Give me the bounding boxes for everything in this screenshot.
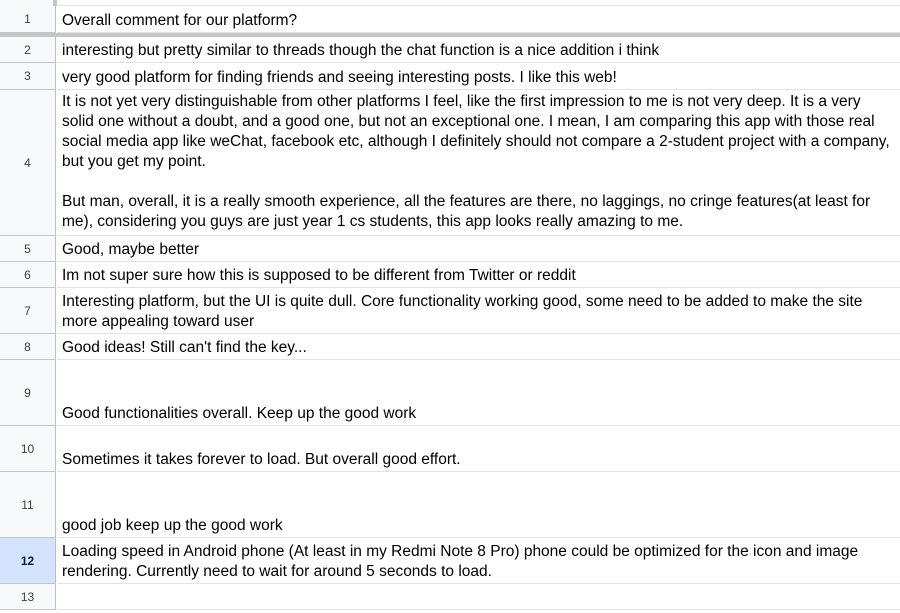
sheet-row-3: 3 very good platform for finding friends… <box>0 63 900 90</box>
cell-a7[interactable]: Interesting platform, but the UI is quit… <box>57 288 900 334</box>
cell-a2[interactable]: interesting but pretty similar to thread… <box>57 37 900 63</box>
cell-a11[interactable]: good job keep up the good work <box>57 472 900 538</box>
cell-a8[interactable]: Good ideas! Still can't find the key... <box>57 334 900 360</box>
row-header-7[interactable]: 7 <box>0 288 56 334</box>
row-header-5[interactable]: 5 <box>0 236 56 262</box>
sheet-row-1: 1 Overall comment for our platform? <box>0 6 900 33</box>
row-header-13[interactable]: 13 <box>0 584 56 610</box>
sheet-row-10: 10 Sometimes it takes forever to load. B… <box>0 426 900 472</box>
row-header-6[interactable]: 6 <box>0 262 56 288</box>
row-header-12[interactable]: 12 <box>0 538 56 584</box>
sheet-row-6: 6 Im not super sure how this is supposed… <box>0 262 900 288</box>
cell-a4[interactable]: It is not yet very distinguishable from … <box>57 90 900 236</box>
cell-a1[interactable]: Overall comment for our platform? <box>57 6 900 33</box>
cell-a5[interactable]: Good, maybe better <box>57 236 900 262</box>
row-header-10[interactable]: 10 <box>0 426 56 472</box>
row-header-2[interactable]: 2 <box>0 37 56 63</box>
sheet-row-8: 8 Good ideas! Still can't find the key..… <box>0 334 900 360</box>
sheet-row-12: 12 Loading speed in Android phone (At le… <box>0 538 900 584</box>
row-header-1[interactable]: 1 <box>0 6 56 33</box>
cell-a13[interactable] <box>57 584 900 610</box>
sheet-row-2: 2 interesting but pretty similar to thre… <box>0 37 900 63</box>
cell-a3[interactable]: very good platform for finding friends a… <box>57 63 900 90</box>
row-header-11[interactable]: 11 <box>0 472 56 538</box>
row-header-3[interactable]: 3 <box>0 63 56 90</box>
spreadsheet-grid: 1 Overall comment for our platform? 2 in… <box>0 0 900 613</box>
sheet-row-13: 13 <box>0 584 900 610</box>
cell-a6[interactable]: Im not super sure how this is supposed t… <box>57 262 900 288</box>
sheet-row-5: 5 Good, maybe better <box>0 236 900 262</box>
row-header-9[interactable]: 9 <box>0 360 56 426</box>
sheet-row-9: 9 Good functionalities overall. Keep up … <box>0 360 900 426</box>
row-header-8[interactable]: 8 <box>0 334 56 360</box>
cell-a12[interactable]: Loading speed in Android phone (At least… <box>57 538 900 584</box>
sheet-row-7: 7 Interesting platform, but the UI is qu… <box>0 288 900 334</box>
cell-a9[interactable]: Good functionalities overall. Keep up th… <box>57 360 900 426</box>
cell-a10[interactable]: Sometimes it takes forever to load. But … <box>57 426 900 472</box>
sheet-row-11: 11 good job keep up the good work <box>0 472 900 538</box>
row-header-4[interactable]: 4 <box>0 90 56 236</box>
sheet-row-4: 4 It is not yet very distinguishable fro… <box>0 90 900 236</box>
